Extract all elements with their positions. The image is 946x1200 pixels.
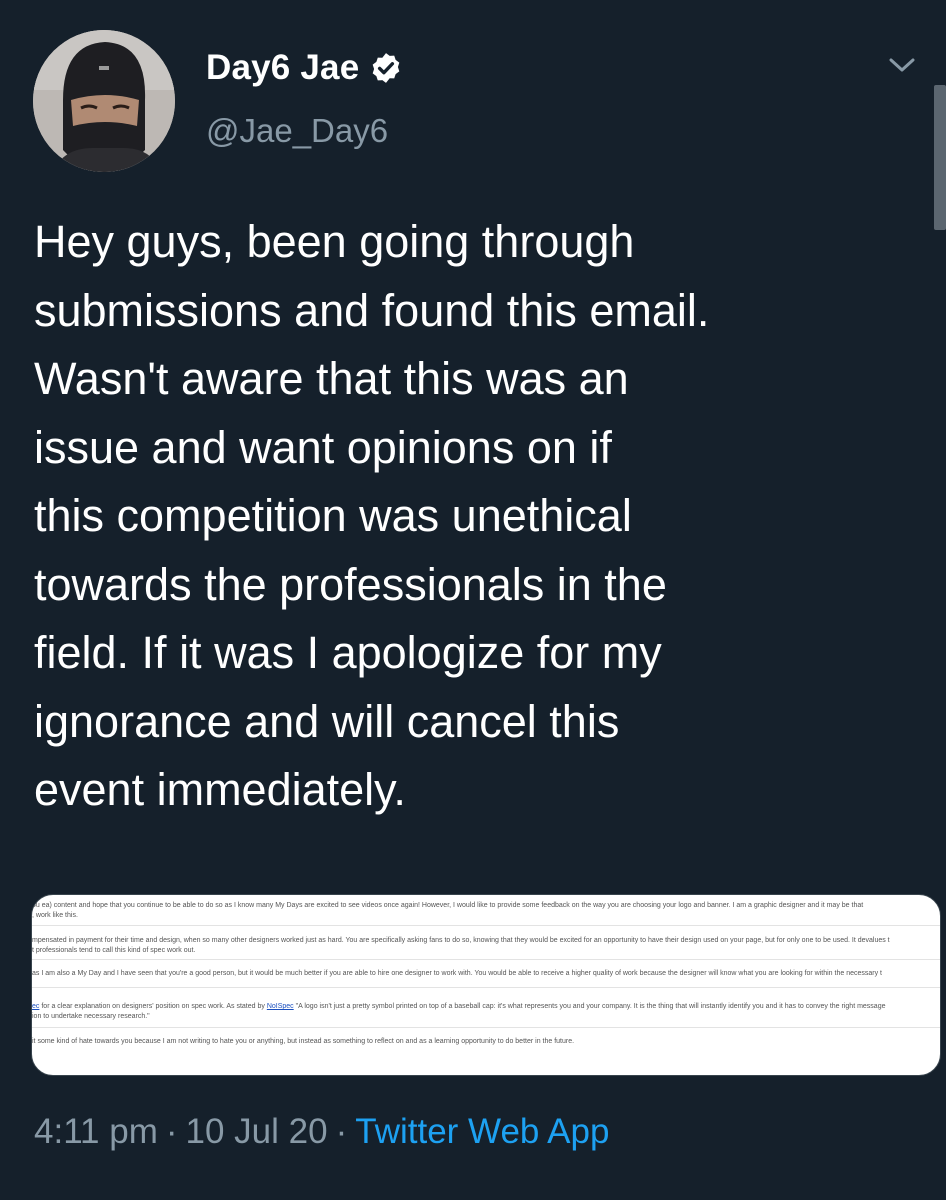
email-text-line: , work like this. — [32, 912, 78, 919]
email-divider — [32, 959, 940, 960]
email-text-line: ion to undertake necessary research." — [32, 1013, 150, 1020]
email-text-fragment: "A logo isn't just a pretty symbol print… — [295, 1003, 886, 1010]
tweet-date[interactable]: 10 Jul 20 — [186, 1112, 328, 1151]
author-name-row[interactable]: Day6 Jae — [206, 48, 403, 88]
scrollbar[interactable] — [934, 85, 946, 230]
meta-separator: · — [165, 1112, 178, 1151]
tweet-source-link[interactable]: Twitter Web App — [355, 1112, 609, 1151]
email-text-line: ou ea) content and hope that you continu… — [32, 902, 864, 909]
verified-badge-icon — [369, 51, 403, 85]
author-display-name[interactable]: Day6 Jae — [206, 48, 359, 88]
meta-separator: · — [335, 1112, 348, 1151]
email-text-line: ec for a clear explanation on designers'… — [32, 1002, 886, 1011]
email-link[interactable]: NoISpec — [267, 1003, 294, 1010]
more-options-button[interactable] — [884, 50, 920, 80]
email-text-line: mpensated in payment for their time and … — [32, 937, 890, 944]
email-link-fragment[interactable]: ec — [32, 1003, 39, 1010]
tweet-meta: 4:11 pm · 10 Jul 20 · Twitter Web App — [34, 1112, 609, 1152]
email-text-line: t professionals tend to call this kind o… — [32, 947, 196, 954]
tweet-time[interactable]: 4:11 pm — [34, 1112, 158, 1151]
avatar[interactable] — [33, 30, 175, 172]
author-handle[interactable]: @Jae_Day6 — [206, 112, 388, 150]
email-divider — [32, 1027, 940, 1028]
email-text-line: as I am also a My Day and I have seen th… — [32, 970, 882, 977]
email-text-line: it some kind of hate towards you because… — [32, 1038, 575, 1045]
chevron-down-icon — [889, 58, 915, 72]
tweet-media-image[interactable]: ou ea) content and hope that you continu… — [31, 894, 941, 1076]
tweet-text: Hey guys, been going through submissions… — [34, 216, 710, 815]
email-divider — [32, 987, 940, 988]
email-divider — [32, 925, 940, 926]
email-text-fragment: for a clear explanation on designers' po… — [41, 1003, 267, 1010]
